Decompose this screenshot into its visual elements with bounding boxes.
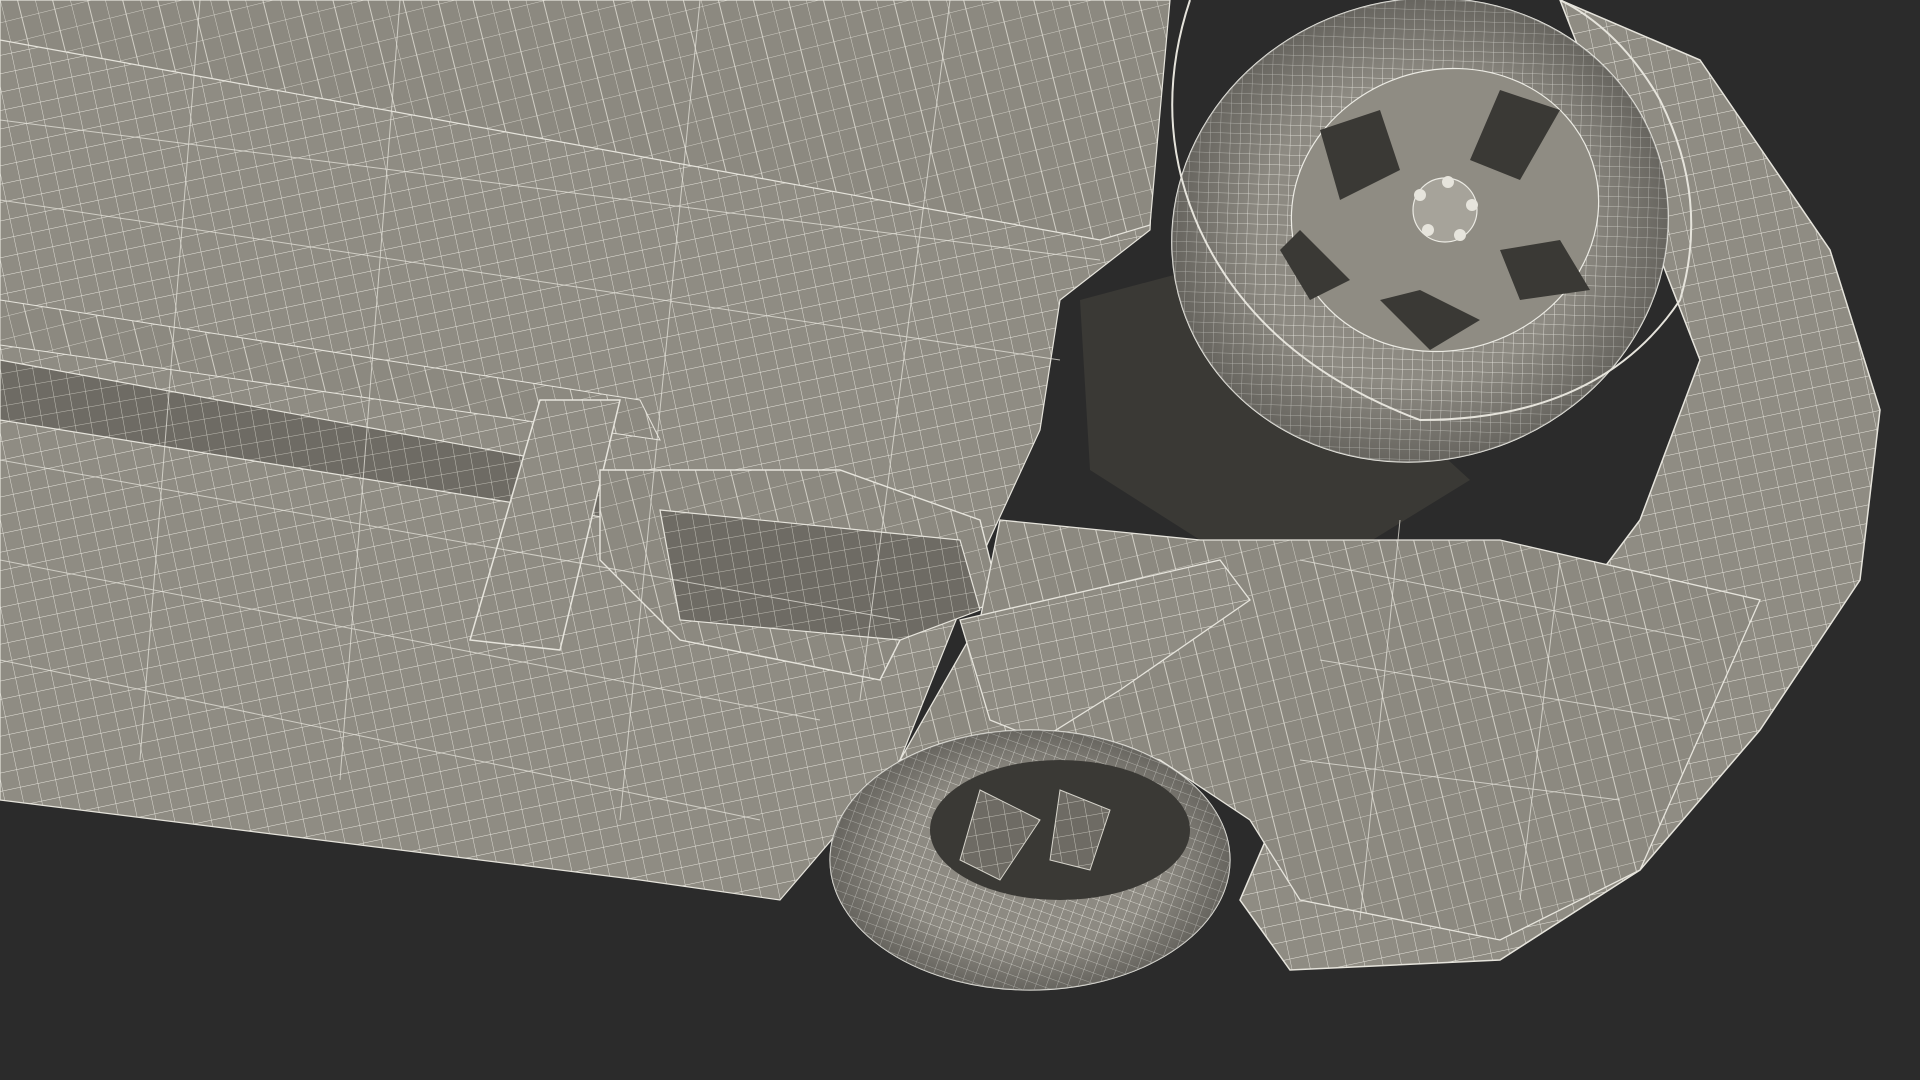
render-viewport	[0, 0, 1920, 1080]
lower-wheel	[829, 729, 1231, 991]
wireframe-car-underbody-render	[0, 0, 1881, 991]
